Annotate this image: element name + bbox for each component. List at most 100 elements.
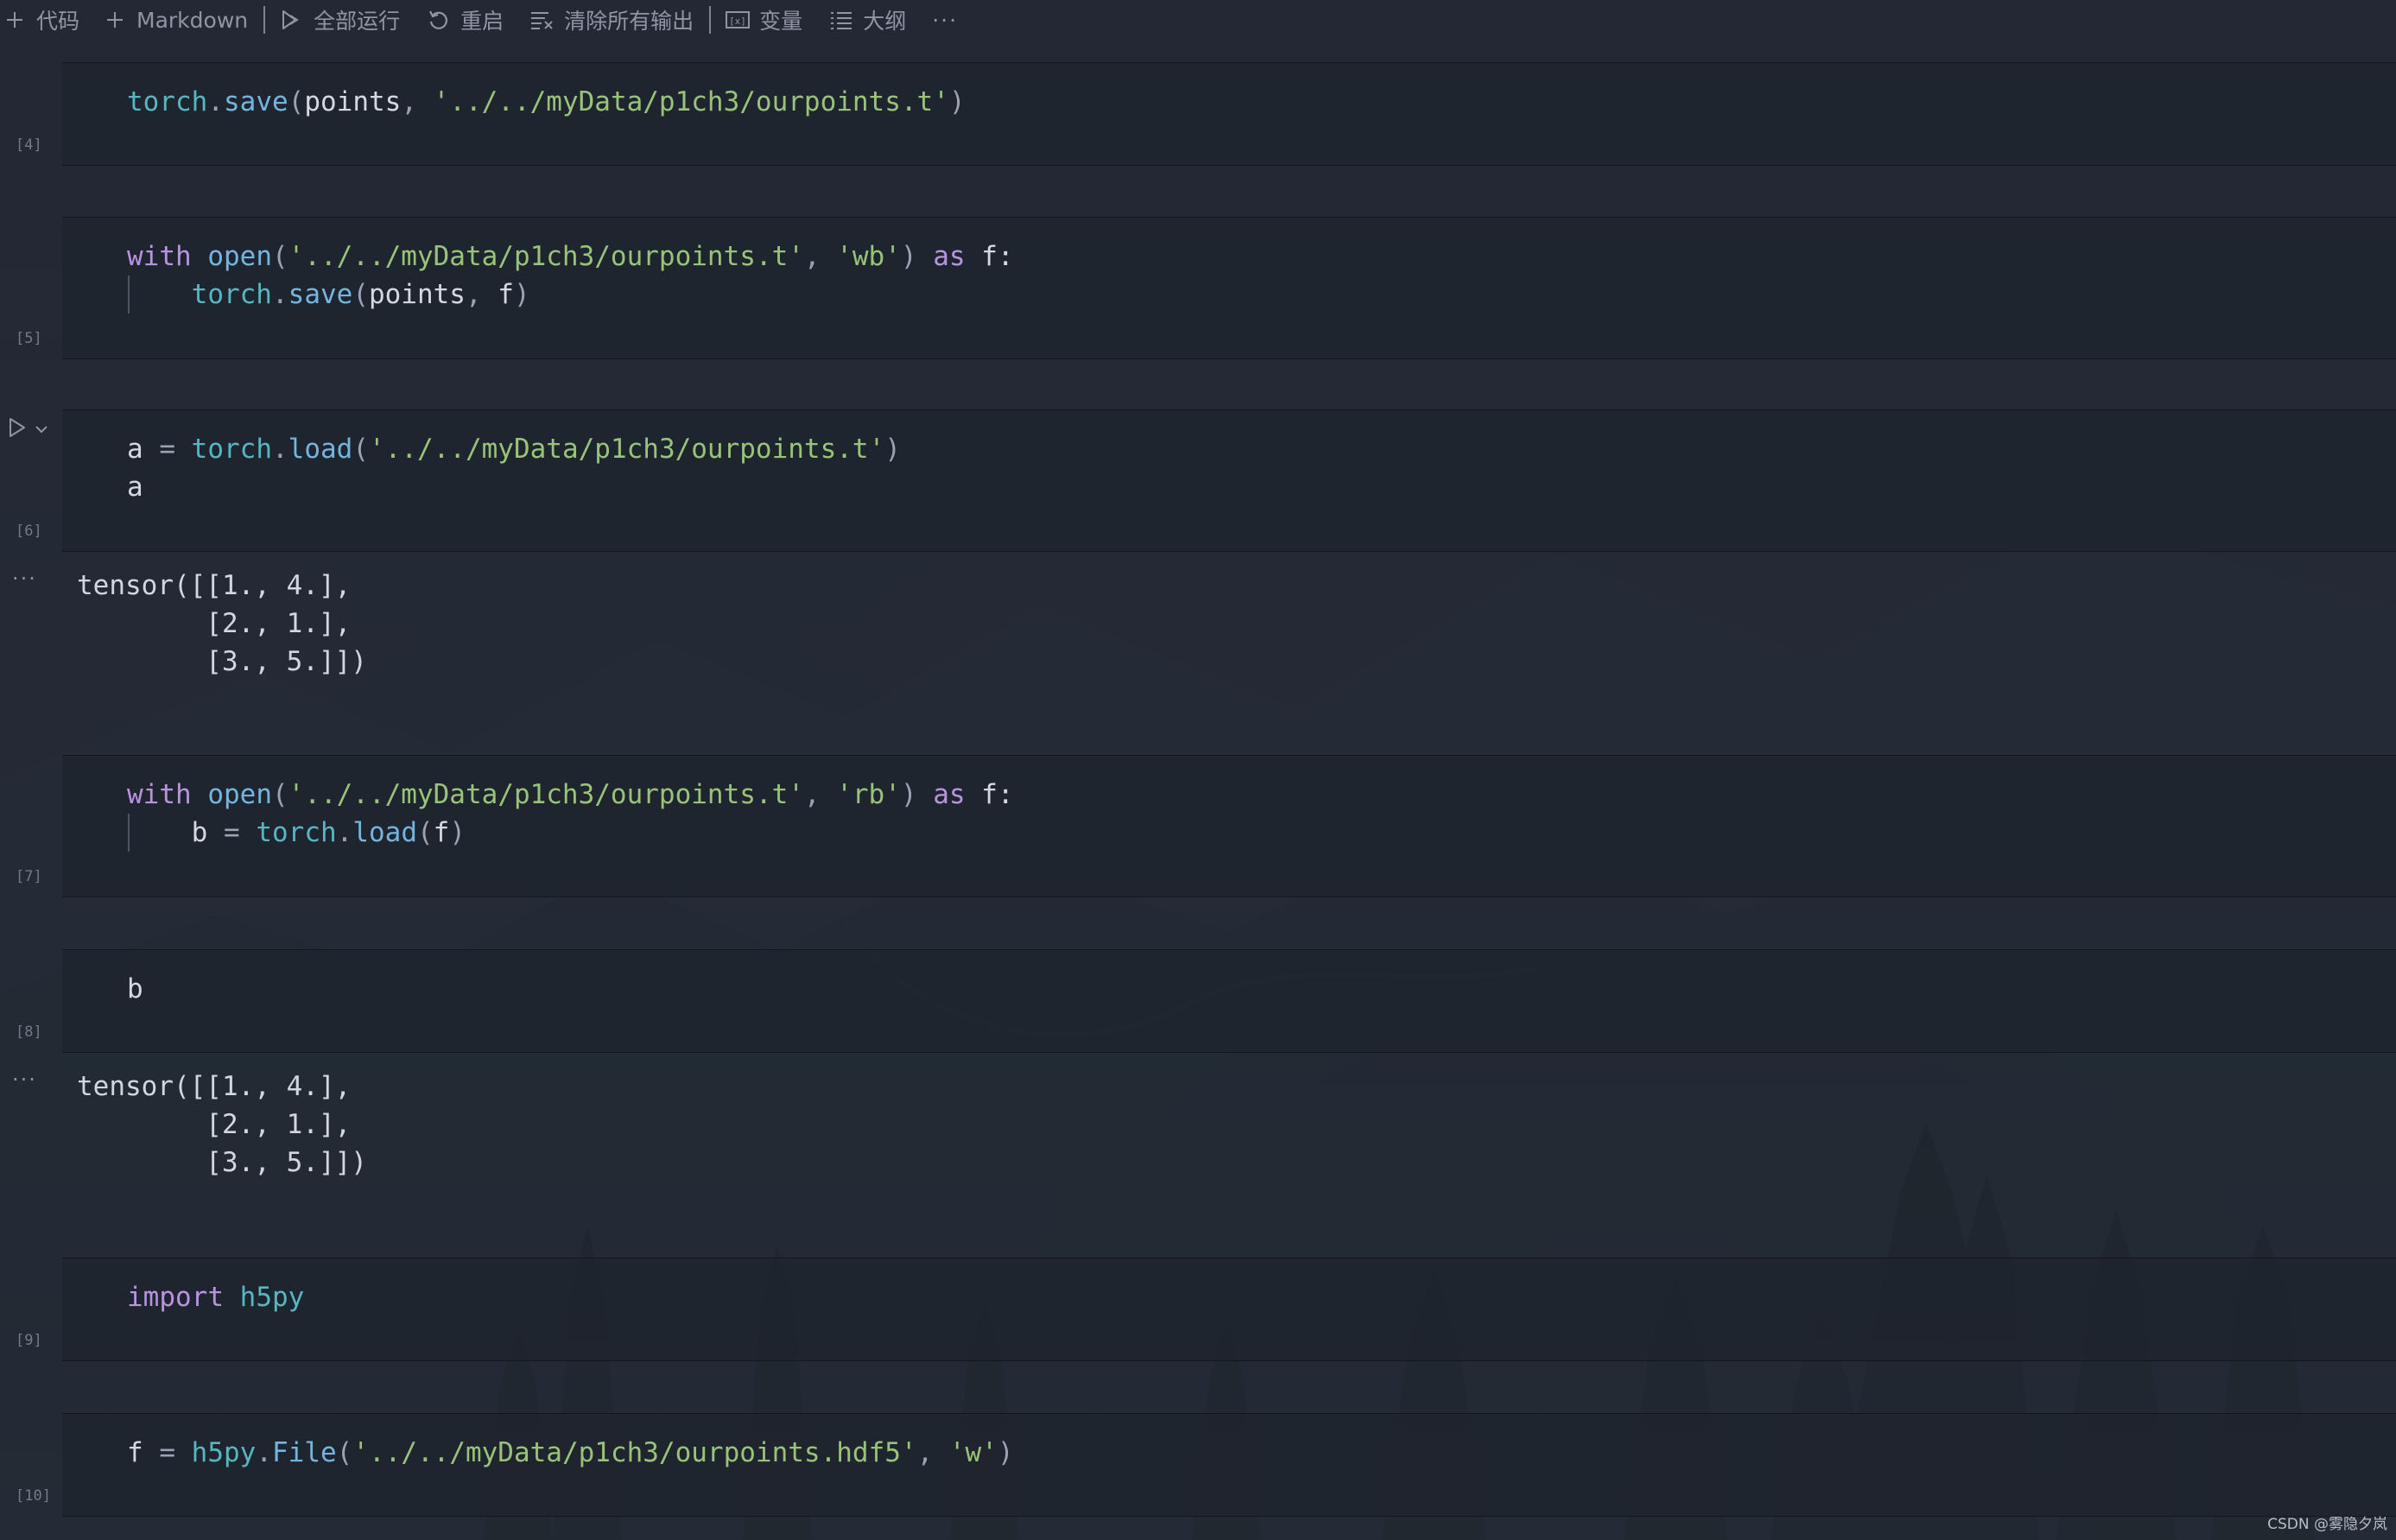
code-token: ,: [401, 86, 434, 117]
code-token: with: [127, 241, 192, 272]
code-token: f: [433, 817, 450, 848]
code-token: (: [271, 241, 288, 272]
output-line: [3., 5.]]): [77, 1147, 367, 1178]
play-icon: [7, 416, 28, 442]
code-token: (: [352, 279, 369, 310]
code-token: .: [256, 1437, 272, 1468]
more-actions-button[interactable]: ···: [932, 0, 958, 40]
code-cell[interactable]: a = torch.load('../../myData/p1ch3/ourpo…: [62, 409, 2396, 552]
code-token: a: [127, 434, 143, 465]
code-cell[interactable]: import h5py: [62, 1258, 2396, 1361]
clear-all-outputs-label: 清除所有输出: [564, 9, 694, 34]
code-token: ): [449, 817, 466, 848]
code-line: b = torch.load(f): [127, 814, 466, 852]
code-line: a = torch.load('../../myData/p1ch3/ourpo…: [127, 430, 901, 468]
more-icon: ···: [932, 7, 959, 33]
code-token: points: [304, 86, 402, 117]
code-token: f:: [981, 241, 1014, 272]
execution-count: [7]: [16, 868, 42, 885]
code-line: a: [127, 468, 143, 506]
code-token: '../../myData/p1ch3/ourpoints.hdf5': [352, 1437, 917, 1468]
add-code-button[interactable]: 代码: [2, 0, 79, 40]
code-line: torch.save(points, '../../myData/p1ch3/o…: [127, 83, 966, 121]
add-markdown-label: Markdown: [136, 7, 249, 33]
code-token: ): [900, 241, 917, 272]
run-all-button[interactable]: 全部运行: [279, 0, 400, 40]
run-cell-button[interactable]: [7, 416, 48, 442]
add-markdown-button[interactable]: Markdown: [102, 0, 248, 40]
code-token: ,: [465, 279, 498, 310]
code-token: 'wb': [836, 241, 901, 272]
add-code-label: 代码: [36, 9, 80, 34]
execution-count: [10]: [16, 1487, 51, 1505]
restart-button[interactable]: 重启: [426, 0, 504, 40]
code-token: File: [272, 1437, 337, 1468]
code-token: (: [416, 817, 434, 848]
outline-list-icon: [828, 7, 854, 33]
code-token: '../../myData/p1ch3/ourpoints.t': [288, 779, 804, 810]
code-token: as: [916, 241, 982, 272]
code-token: open: [207, 241, 272, 272]
watermark: CSDN @雾隐夕岚: [2267, 1516, 2387, 1533]
output-line: [2., 1.],: [77, 608, 352, 639]
code-token: torch: [191, 279, 272, 310]
code-line: with open('../../myData/p1ch3/ourpoints.…: [127, 238, 1014, 276]
code-token: f: [498, 279, 514, 310]
toolbar-divider: [263, 6, 266, 34]
code-cell[interactable]: b: [62, 949, 2396, 1053]
code-token: torch: [256, 817, 337, 848]
variables-button[interactable]: [x] 变量: [725, 0, 802, 40]
chevron-down-icon[interactable]: [35, 421, 48, 438]
code-token: a: [127, 472, 143, 503]
code-cell[interactable]: f = h5py.File('../../myData/p1ch3/ourpoi…: [62, 1413, 2396, 1517]
plus-icon: [2, 7, 28, 33]
plus-icon: [102, 7, 128, 33]
restart-icon: [426, 7, 452, 33]
code-cell[interactable]: with open('../../myData/p1ch3/ourpoints.…: [62, 755, 2396, 897]
code-token: (: [288, 86, 305, 117]
code-cell[interactable]: torch.save(points, '../../myData/p1ch3/o…: [62, 62, 2396, 166]
code-token: save: [224, 86, 288, 117]
clear-all-icon: [529, 7, 555, 33]
code-token: h5py: [239, 1282, 305, 1313]
code-token: load: [288, 434, 353, 465]
code-token: ,: [916, 1437, 949, 1468]
code-token: import: [127, 1282, 224, 1313]
outline-label: 大纲: [863, 9, 907, 34]
code-token: torch: [191, 434, 272, 465]
output-actions-ellipsis[interactable]: ···: [12, 567, 37, 591]
code-token: with: [127, 779, 192, 810]
code-token: h5py: [191, 1437, 257, 1468]
execution-count: [9]: [16, 1332, 42, 1349]
code-token: .: [336, 817, 353, 848]
output-line: [2., 1.],: [77, 1109, 352, 1140]
code-token: 'rb': [836, 779, 901, 810]
outline-button[interactable]: 大纲: [828, 0, 906, 40]
code-token: ): [948, 86, 966, 117]
code-token: (: [271, 779, 288, 810]
code-token: load: [352, 817, 417, 848]
code-token: =: [207, 817, 257, 848]
code-token: .: [272, 434, 288, 465]
code-token: .: [271, 279, 288, 310]
code-line: torch.save(points, f): [127, 276, 530, 314]
code-token: =: [143, 434, 192, 465]
variables-label: 变量: [759, 9, 803, 34]
code-token: open: [207, 779, 272, 810]
execution-count: [6]: [16, 523, 42, 540]
code-token: '../../myData/p1ch3/ourpoints.t': [433, 86, 949, 117]
variables-icon: [x]: [725, 7, 751, 33]
toolbar-divider: [709, 6, 712, 34]
clear-all-outputs-button[interactable]: 清除所有输出: [529, 0, 694, 40]
code-token: as: [916, 779, 982, 810]
code-cell[interactable]: with open('../../myData/p1ch3/ourpoints.…: [62, 217, 2396, 359]
restart-label: 重启: [460, 9, 504, 34]
output-actions-ellipsis[interactable]: ···: [12, 1068, 37, 1092]
code-line: f = h5py.File('../../myData/p1ch3/ourpoi…: [127, 1434, 1014, 1472]
code-line: import h5py: [127, 1278, 304, 1316]
code-token: f:: [981, 779, 1014, 810]
run-all-icon: [279, 7, 305, 33]
